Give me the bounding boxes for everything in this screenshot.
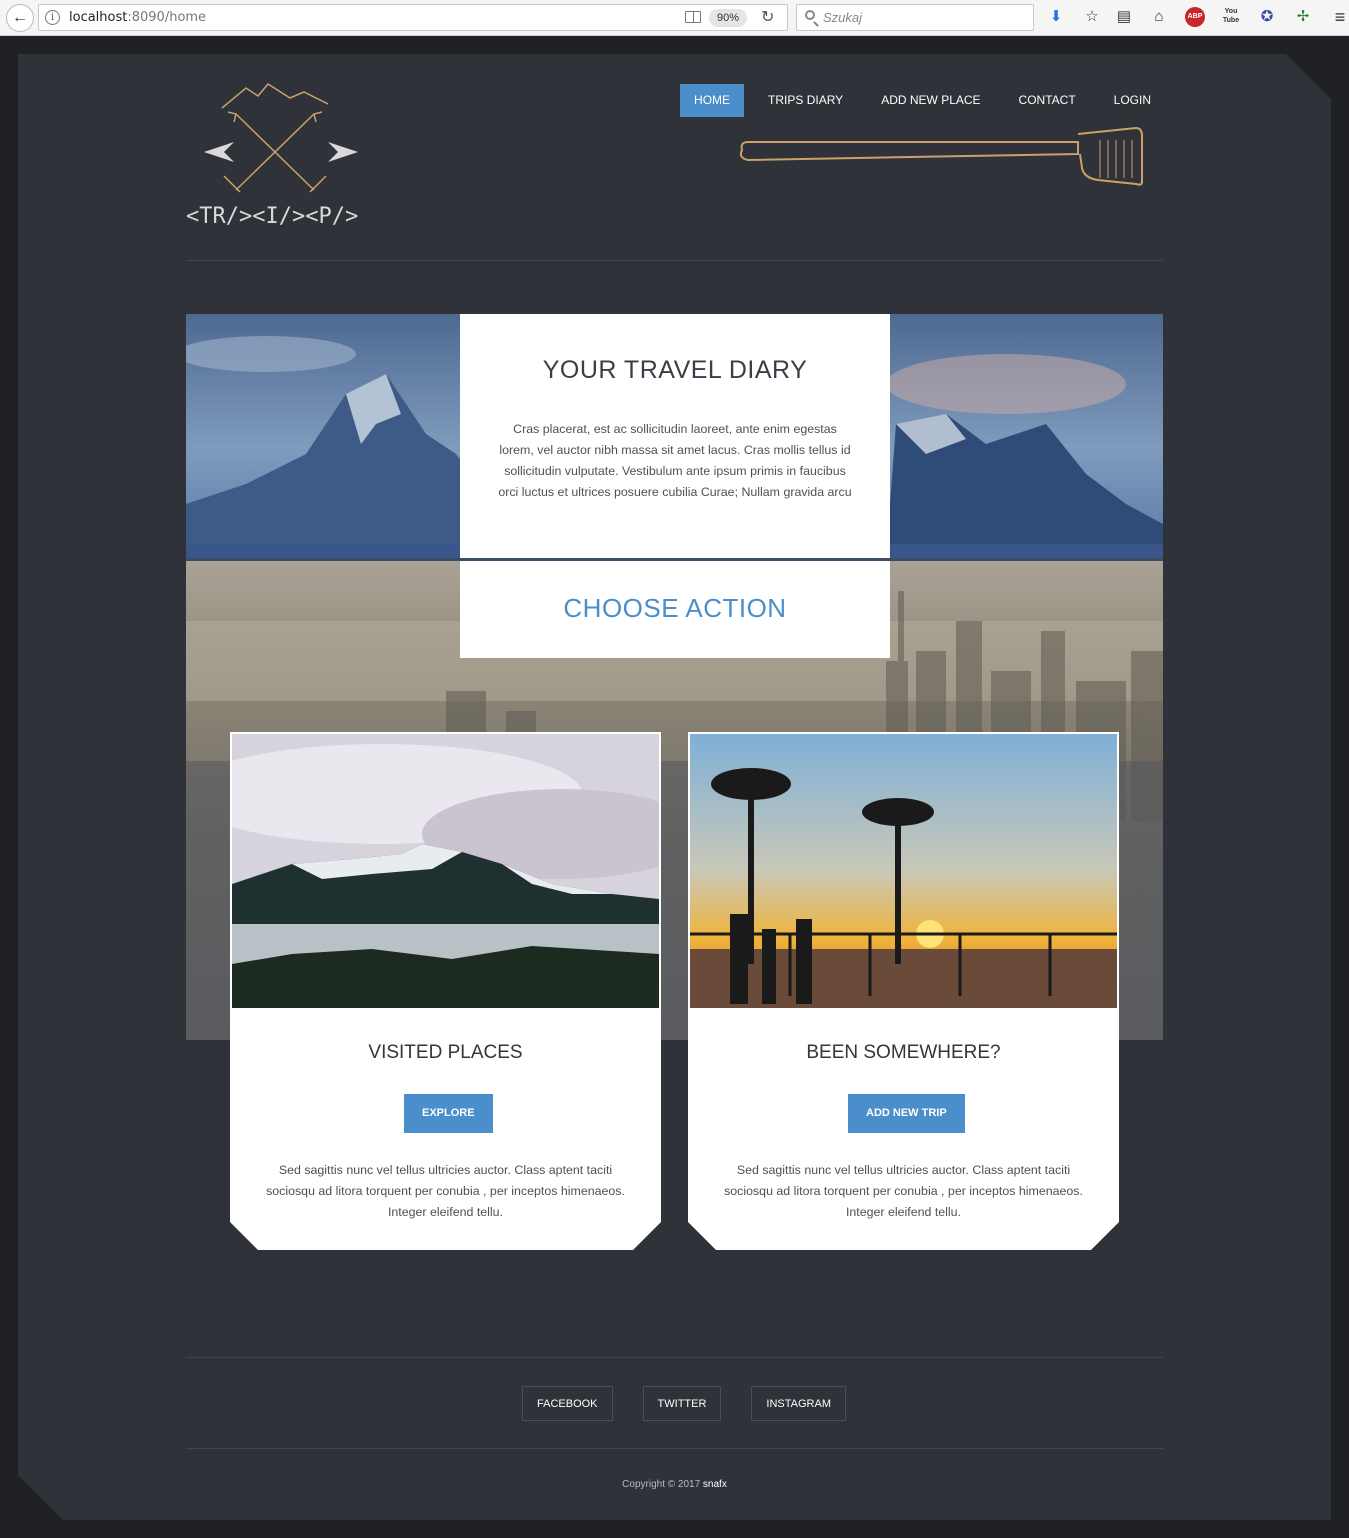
- back-button[interactable]: ←: [6, 4, 34, 32]
- copyright-text: Copyright © 2017: [622, 1479, 703, 1490]
- search-icon: [805, 10, 815, 20]
- home-icon[interactable]: ⌂: [1149, 7, 1169, 27]
- reader-view-icon[interactable]: [685, 11, 701, 23]
- nav-login[interactable]: LOGIN: [1100, 84, 1165, 117]
- card-image-sunset-palms: [690, 734, 1117, 1008]
- addon-icon[interactable]: ✢: [1293, 7, 1313, 27]
- twitter-button[interactable]: TWITTER: [642, 1386, 722, 1421]
- url-path: :8090/home: [127, 10, 207, 25]
- search-input[interactable]: Szukaj: [796, 4, 1034, 31]
- copyright: Copyright © 2017 snafx: [18, 1479, 1331, 1490]
- nav-home[interactable]: HOME: [680, 84, 745, 117]
- hamburger-menu-icon[interactable]: ≡: [1330, 7, 1349, 27]
- main-nav: HOME TRIPS DIARY ADD NEW PLACE CONTACT L…: [670, 84, 1165, 117]
- social-links: FACEBOOK TWITTER INSTAGRAM: [522, 1386, 876, 1421]
- star-icon[interactable]: ☆: [1082, 7, 1102, 27]
- hero-description: Cras placerat, est ac sollicitudin laore…: [498, 422, 852, 499]
- copyright-author: snafx: [702, 1479, 727, 1490]
- card-title: BEEN SOMEWHERE?: [806, 1042, 1001, 1063]
- info-icon[interactable]: i: [45, 10, 60, 25]
- trip-logo[interactable]: <TR/><I/><P/>: [186, 80, 376, 230]
- extension-icon[interactable]: ✪: [1257, 7, 1277, 27]
- adblock-icon[interactable]: ABP: [1185, 7, 1205, 27]
- add-new-trip-button[interactable]: ADD NEW TRIP: [848, 1094, 965, 1133]
- card-image-mountain-lake: [232, 734, 659, 1008]
- page-container: <TR/><I/><P/> HOME TRIPS DIARY ADD NEW P…: [18, 54, 1331, 1520]
- address-bar[interactable]: i localhost:8090/home 90% ↻: [38, 4, 788, 31]
- footer-divider-bottom: [186, 1448, 1163, 1449]
- arrow-left-icon: ←: [12, 9, 28, 26]
- reload-icon[interactable]: ↻: [761, 7, 774, 27]
- been-somewhere-card: BEEN SOMEWHERE? ADD NEW TRIP Sed sagitti…: [688, 732, 1119, 1250]
- logo-text: <TR/><I/><P/>: [186, 204, 358, 229]
- travel-diary-panel: YOUR TRAVEL DIARY Cras placerat, est ac …: [460, 314, 890, 558]
- nav-add-new-place[interactable]: ADD NEW PLACE: [867, 84, 994, 117]
- facebook-button[interactable]: FACEBOOK: [522, 1386, 613, 1421]
- card-title: VISITED PLACES: [368, 1042, 523, 1063]
- footer-divider-top: [186, 1357, 1163, 1358]
- header-divider: [186, 260, 1163, 261]
- lake-scene: [232, 734, 659, 1008]
- url-host: localhost: [69, 10, 128, 25]
- card-description: Sed sagittis nunc vel tellus ultricies a…: [266, 1163, 625, 1219]
- page-title: YOUR TRAVEL DIARY: [542, 356, 808, 384]
- axe-illustration: [739, 126, 1143, 186]
- sunset-scene: [690, 734, 1117, 1008]
- zoom-level[interactable]: 90%: [709, 9, 747, 27]
- download-icon[interactable]: ⬇: [1046, 7, 1066, 27]
- card-description: Sed sagittis nunc vel tellus ultricies a…: [724, 1163, 1083, 1219]
- explore-button[interactable]: EXPLORE: [404, 1094, 493, 1133]
- nav-contact[interactable]: CONTACT: [1005, 84, 1090, 117]
- visited-places-card: VISITED PLACES EXPLORE Sed sagittis nunc…: [230, 732, 661, 1250]
- library-icon[interactable]: ▤: [1114, 7, 1134, 27]
- choose-action-heading: CHOOSE ACTION: [563, 593, 787, 623]
- nav-trips-diary[interactable]: TRIPS DIARY: [754, 84, 857, 117]
- url-text: localhost:8090/home: [69, 10, 206, 25]
- search-placeholder: Szukaj: [823, 10, 863, 25]
- instagram-button[interactable]: INSTAGRAM: [751, 1386, 846, 1421]
- browser-toolbar: ← i localhost:8090/home 90% ↻ Szukaj ⬇ ☆…: [0, 0, 1349, 36]
- youtube-icon[interactable]: You Tube: [1221, 7, 1241, 27]
- choose-action-panel: CHOOSE ACTION: [460, 561, 890, 658]
